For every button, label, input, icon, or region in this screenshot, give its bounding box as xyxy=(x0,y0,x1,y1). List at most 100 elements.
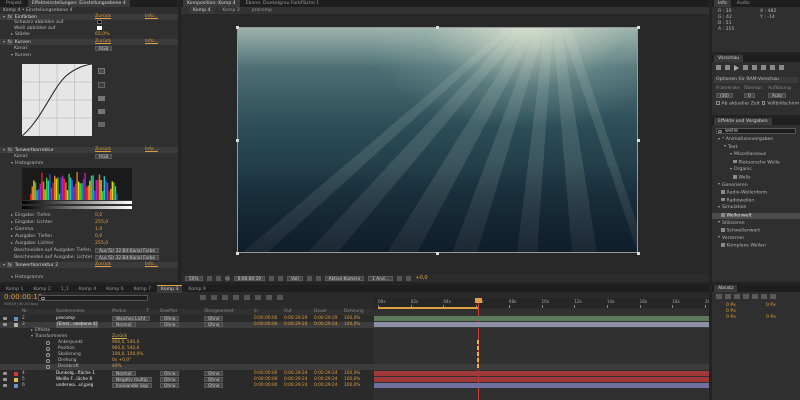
first-line-indent-value[interactable]: 0 Px xyxy=(726,309,736,314)
expand-icon[interactable] xyxy=(3,148,5,151)
alpha-icon[interactable] xyxy=(278,275,284,281)
blend-mode-dropdown[interactable]: Ineinander kop xyxy=(112,383,153,389)
stretch[interactable]: 100,0% xyxy=(344,383,360,389)
property-value[interactable]: 40% xyxy=(112,364,122,370)
duration[interactable]: 0:00:29:24 xyxy=(314,377,337,383)
transform-reset-button[interactable]: Zurück xyxy=(112,334,127,340)
graph-editor-icon[interactable] xyxy=(277,295,283,300)
breadcrumb-item[interactable]: Komp 3 xyxy=(218,7,243,14)
expand-icon[interactable] xyxy=(11,32,13,35)
space-after-value[interactable]: 0 Px xyxy=(766,315,776,321)
histogram[interactable] xyxy=(22,168,132,210)
param-value[interactable]: 255,0 xyxy=(95,220,108,226)
timeline-tab[interactable]: Komp 2 xyxy=(29,285,54,293)
effects-search-input[interactable]: welle xyxy=(716,128,796,134)
align-center-icon[interactable] xyxy=(725,294,731,299)
justify-center-icon[interactable] xyxy=(752,294,758,299)
views-dropdown[interactable]: 1 Ansi... xyxy=(368,275,394,282)
in-point[interactable]: 0:00:00:00 xyxy=(254,316,277,322)
indent-left-value[interactable]: 0 Px xyxy=(726,303,736,308)
tab-audio[interactable]: Audio xyxy=(733,0,754,7)
transform-handle[interactable] xyxy=(436,25,439,29)
effects-tree-item[interactable]: Pleksorsche Welle xyxy=(712,159,800,166)
column-header[interactable]: Out xyxy=(284,309,292,315)
mask-icon[interactable] xyxy=(215,275,221,281)
transform-property-row[interactable]: Deckkraft 40% xyxy=(0,364,709,370)
stopwatch-icon[interactable] xyxy=(46,341,50,345)
expand-icon[interactable] xyxy=(3,263,5,266)
timecode-field[interactable]: 0:00:00:19 xyxy=(233,275,266,282)
transform-handle[interactable] xyxy=(235,138,239,142)
out-point[interactable]: 0:00:29:29 xyxy=(284,316,307,322)
kanal-dropdown[interactable]: RGB xyxy=(95,154,113,160)
fast-preview-icon[interactable] xyxy=(397,275,403,281)
in-point[interactable]: 0:00:00:00 xyxy=(254,371,277,377)
expand-icon[interactable] xyxy=(11,241,13,244)
channel-icon[interactable] xyxy=(269,275,275,281)
keyframe-marker[interactable] xyxy=(477,340,479,345)
parent-dropdown[interactable]: Ohne xyxy=(204,371,224,377)
stretch[interactable]: 100,0% xyxy=(344,316,360,322)
reset-button[interactable]: Zurück xyxy=(95,262,111,268)
expand-icon[interactable] xyxy=(3,40,5,43)
visibility-eye-icon[interactable] xyxy=(3,317,7,320)
next-frame-icon[interactable] xyxy=(743,65,748,70)
ram-options-dropdown[interactable]: Optionen für RAM-Vorschau xyxy=(714,77,798,83)
first-frame-icon[interactable] xyxy=(716,65,721,70)
blend-mode-dropdown[interactable]: Negativ multip xyxy=(112,377,152,383)
transform-handle[interactable] xyxy=(636,138,640,142)
expand-icon[interactable] xyxy=(718,205,720,208)
expand-icon[interactable] xyxy=(730,152,732,155)
column-header[interactable]: In xyxy=(254,309,258,315)
timeline-layer-row[interactable]: 5 Weiße F...läche 8 Negativ multip Ohne Ohne… xyxy=(0,377,709,383)
effects-tree-item[interactable]: * Animationsvorgaben xyxy=(712,137,800,143)
expand-icon[interactable] xyxy=(11,213,13,216)
column-header[interactable]: T xyxy=(146,309,149,315)
transform-handle[interactable] xyxy=(235,251,239,255)
camera-dropdown[interactable]: Aktive Kamera xyxy=(324,275,365,282)
in-point[interactable]: 0:00:00:00 xyxy=(254,377,277,383)
open-file-icon[interactable] xyxy=(98,96,105,101)
staerke-value[interactable]: 65,0% xyxy=(95,32,110,38)
expand-icon[interactable] xyxy=(11,53,13,56)
column-header[interactable]: Dauer xyxy=(314,309,327,315)
timeline-layer-row[interactable]: 4 Dunkelg...fläche 1 Normal Ohne Ohne 0:00:00… xyxy=(0,371,709,377)
fx-toggle-icon[interactable]: fx xyxy=(7,262,13,268)
tab-effect-controls[interactable]: Effekteinstellungen: Einstellungsebene 4 xyxy=(27,0,130,7)
property-value[interactable]: 960,0, 540,0 xyxy=(112,346,139,352)
info-link[interactable]: Info... xyxy=(145,262,158,268)
fullscreen-checkbox[interactable] xyxy=(761,101,766,105)
from-current-checkbox[interactable] xyxy=(716,101,720,105)
work-area-bar[interactable] xyxy=(378,307,479,309)
timeline-search-input[interactable] xyxy=(38,295,148,301)
smooth-icon[interactable] xyxy=(98,122,105,127)
stretch[interactable]: 100,0% xyxy=(344,322,360,328)
breadcrumb-item[interactable]: Komp 4 xyxy=(189,7,215,14)
visibility-eye-icon[interactable] xyxy=(3,384,7,387)
label-color-swatch[interactable] xyxy=(14,372,18,376)
layer-name[interactable]: [Einst...seebene 4] xyxy=(56,322,99,328)
expand-icon[interactable] xyxy=(11,234,13,237)
curves-graph[interactable] xyxy=(22,64,92,136)
layer-duration-bar[interactable] xyxy=(374,383,709,389)
duration[interactable]: 0:00:29:24 xyxy=(314,383,337,389)
clip-dropdown[interactable]: Aus für 32-Bit-Kanal Farbe xyxy=(95,255,160,261)
last-frame-icon[interactable] xyxy=(752,65,757,70)
parent-dropdown[interactable]: Ohne xyxy=(204,383,224,389)
effects-tree-item[interactable]: Organic xyxy=(712,167,800,173)
pencil-tool-icon[interactable] xyxy=(98,82,105,88)
effects-tree-item[interactable]: Text xyxy=(712,145,800,151)
stopwatch-icon[interactable] xyxy=(46,359,50,363)
expand-icon[interactable] xyxy=(718,221,720,224)
param-value[interactable]: 255,0 xyxy=(95,241,108,247)
expand-icon[interactable] xyxy=(11,227,13,230)
timeline-layer-row[interactable]: 3 [Einst...seebene 4] Normal Ohne Ohne 0:00:0… xyxy=(0,322,709,328)
tab-effects-presets[interactable]: Effekte und Vorgaben xyxy=(714,118,772,125)
expand-icon[interactable] xyxy=(11,275,13,278)
label-color-swatch[interactable] xyxy=(14,384,18,388)
layer-duration-bar[interactable] xyxy=(374,316,709,322)
align-left-icon[interactable] xyxy=(716,294,722,299)
column-header[interactable]: Nr. xyxy=(22,309,28,315)
layer-name[interactable]: precomp xyxy=(56,316,75,322)
zoom-dropdown[interactable]: 50% xyxy=(185,275,203,282)
